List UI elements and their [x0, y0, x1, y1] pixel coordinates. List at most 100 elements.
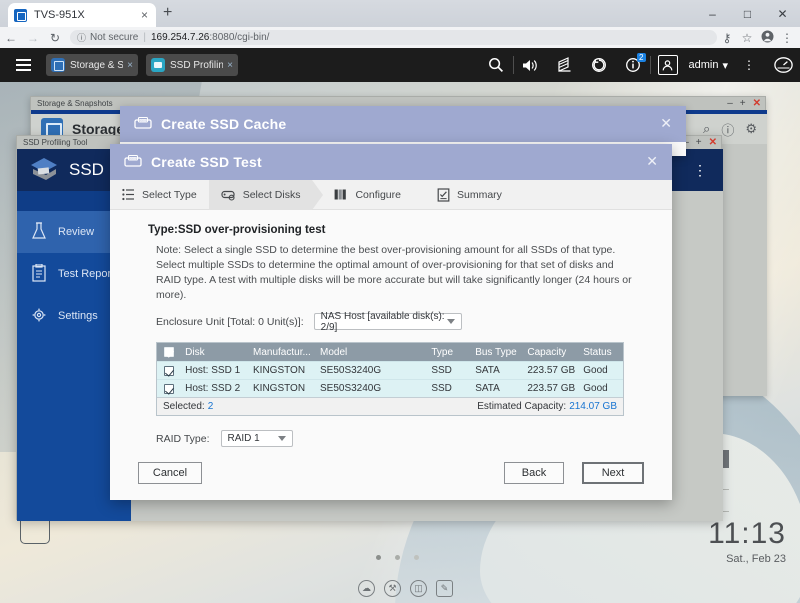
security-status-text: Not secure: [90, 32, 139, 43]
sidebar-item-label: Settings: [58, 310, 98, 322]
gear-icon[interactable]: ⚙: [745, 121, 757, 137]
cache-dialog-titlebar: SSD Create SSD Cache: [120, 106, 686, 142]
user-name: admin: [688, 59, 719, 71]
cell-manufacturer: KINGSTON: [253, 383, 306, 394]
new-tab-button[interactable]: +: [163, 5, 172, 21]
column-manufacturer: Manufactur...: [253, 346, 311, 358]
monitor-icon[interactable]: ◫: [410, 580, 427, 597]
test-dialog-close-icon[interactable]: ✕: [646, 153, 658, 170]
chevron-down-icon: [277, 436, 286, 441]
key-icon[interactable]: ⚷: [717, 31, 737, 45]
step-label: Select Disks: [242, 188, 301, 201]
storage-window-controls[interactable]: – + ✕: [727, 98, 761, 109]
bookmark-star-icon[interactable]: ☆: [737, 31, 757, 45]
notifications-icon[interactable]: 2: [616, 48, 650, 82]
checkbox-icon: [163, 383, 174, 394]
tools-icon[interactable]: ⚒: [384, 580, 401, 597]
page-dot-2[interactable]: [395, 555, 400, 560]
profiling-window-controls[interactable]: – + ✕: [683, 137, 717, 148]
close-button[interactable]: ✕: [753, 98, 761, 109]
step-summary[interactable]: Summary: [425, 180, 514, 210]
volume-icon[interactable]: [514, 48, 548, 82]
raid-type-row: RAID Type: RAID 1: [156, 430, 672, 447]
reload-icon[interactable]: ↻: [44, 31, 66, 45]
back-icon[interactable]: ←: [0, 31, 22, 45]
browser-toolbar-actions[interactable]: ⚷ ☆ ⋮: [717, 30, 800, 46]
page-dot-1[interactable]: [376, 555, 381, 560]
step-select-disks[interactable]: Select Disks: [208, 179, 324, 210]
address-bar[interactable]: ⓘ Not secure | 169.254.7.26 :8080/cgi-bi…: [70, 30, 717, 45]
user-avatar[interactable]: [651, 48, 685, 82]
storage-snapshots-icon: [51, 58, 65, 72]
back-button[interactable]: Back: [504, 462, 564, 484]
desktop-page-dots[interactable]: [376, 555, 419, 560]
user-menu[interactable]: admin ▾: [685, 59, 733, 72]
raid-type-select[interactable]: RAID 1: [220, 430, 293, 447]
create-ssd-test-dialog[interactable]: SSD Create SSD Test ✕ Select Type Select…: [110, 144, 672, 500]
row-checkbox[interactable]: [157, 383, 180, 394]
next-button[interactable]: Next: [582, 462, 644, 484]
column-disk: Disk: [185, 346, 205, 358]
column-bus-type: Bus Type: [475, 346, 517, 358]
ssd-profiling-icon-svg: [31, 158, 57, 180]
minimize-button[interactable]: –: [727, 98, 733, 109]
backup-icon[interactable]: [548, 48, 582, 82]
search-icon[interactable]: [479, 48, 513, 82]
cell-bus-type: SATA: [475, 365, 500, 376]
dashboard-icon[interactable]: [766, 48, 800, 82]
row-checkbox[interactable]: [157, 365, 180, 376]
browser-menu-icon[interactable]: ⋮: [777, 31, 797, 45]
browser-toolbar[interactable]: ← → ↻ ⓘ Not secure | 169.254.7.26 :8080/…: [0, 27, 800, 48]
maximize-button[interactable]: +: [696, 137, 702, 148]
ssd-icon: SSD: [134, 116, 152, 133]
help-icon[interactable]: ⓘ: [721, 120, 734, 139]
sync-icon[interactable]: [582, 48, 616, 82]
enclosure-unit-select[interactable]: NAS Host [available disk(s): 2/9]: [313, 311, 462, 333]
profile-icon[interactable]: [757, 30, 777, 46]
kebab-menu-icon[interactable]: ⋮: [732, 48, 766, 82]
browser-tab-strip[interactable]: TVS-951X × + – □ ✕: [0, 0, 800, 27]
cell-bus-type: SATA: [475, 383, 500, 394]
svg-text:SSD: SSD: [140, 118, 147, 122]
step-select-type[interactable]: Select Type: [110, 180, 209, 210]
estimated-capacity-value: 214.07 GB: [569, 401, 617, 412]
forward-icon[interactable]: →: [22, 31, 44, 45]
page-dot-3[interactable]: [414, 555, 419, 560]
qnap-tab-storage-snapshots[interactable]: Storage & Sna... ×: [46, 54, 138, 76]
enclosure-unit-label: Enclosure Unit [Total: 0 Unit(s)]:: [156, 315, 304, 328]
close-button[interactable]: ✕: [709, 137, 717, 148]
cell-status: Good: [583, 365, 608, 376]
close-icon[interactable]: ×: [127, 60, 133, 71]
maximize-button[interactable]: +: [740, 98, 746, 109]
edit-icon[interactable]: ✎: [436, 580, 453, 597]
minimize-button[interactable]: –: [695, 0, 730, 27]
test-dialog-step-bar[interactable]: Select Type Select Disks Configure Summa…: [110, 179, 672, 210]
disk-table-header: Disk Manufactur... Model Type Bus Type C…: [157, 343, 623, 361]
browser-window-controls[interactable]: – □ ✕: [695, 0, 800, 27]
select-all-checkbox[interactable]: [157, 347, 180, 357]
profiling-window-kebab-menu[interactable]: ⋮: [693, 149, 707, 191]
close-icon[interactable]: ×: [139, 9, 150, 21]
close-button[interactable]: ✕: [765, 0, 800, 27]
maximize-button[interactable]: □: [730, 0, 765, 27]
table-row[interactable]: Host: SSD 2 KINGSTON SE50S3240G SSD SATA…: [157, 379, 623, 397]
flask-icon: [31, 221, 47, 243]
cache-dialog-close-icon[interactable]: ✕: [660, 115, 672, 132]
avatar: [657, 55, 678, 75]
hamburger-icon[interactable]: [8, 59, 38, 71]
qnap-top-bar[interactable]: Storage & Sna... × SSD Profiling T... × …: [0, 48, 800, 82]
step-configure[interactable]: Configure: [322, 180, 413, 210]
browser-tab-title: TVS-951X: [34, 9, 85, 21]
browser-tab[interactable]: TVS-951X ×: [8, 3, 156, 27]
disk-table[interactable]: Disk Manufactur... Model Type Bus Type C…: [156, 342, 624, 416]
raid-type-label: RAID Type:: [156, 432, 210, 445]
cloud-icon[interactable]: ☁: [358, 580, 375, 597]
close-icon[interactable]: ×: [227, 60, 233, 71]
desktop-dock[interactable]: ☁ ⚒ ◫ ✎: [358, 580, 453, 597]
cancel-button[interactable]: Cancel: [138, 462, 202, 484]
qnap-tab-ssd-profiling[interactable]: SSD Profiling T... ×: [146, 54, 238, 76]
step-label: Configure: [355, 188, 401, 201]
table-row[interactable]: Host: SSD 1 KINGSTON SE50S3240G SSD SATA…: [157, 361, 623, 379]
not-secure-icon: ⓘ: [77, 33, 87, 43]
column-type: Type: [431, 346, 454, 358]
